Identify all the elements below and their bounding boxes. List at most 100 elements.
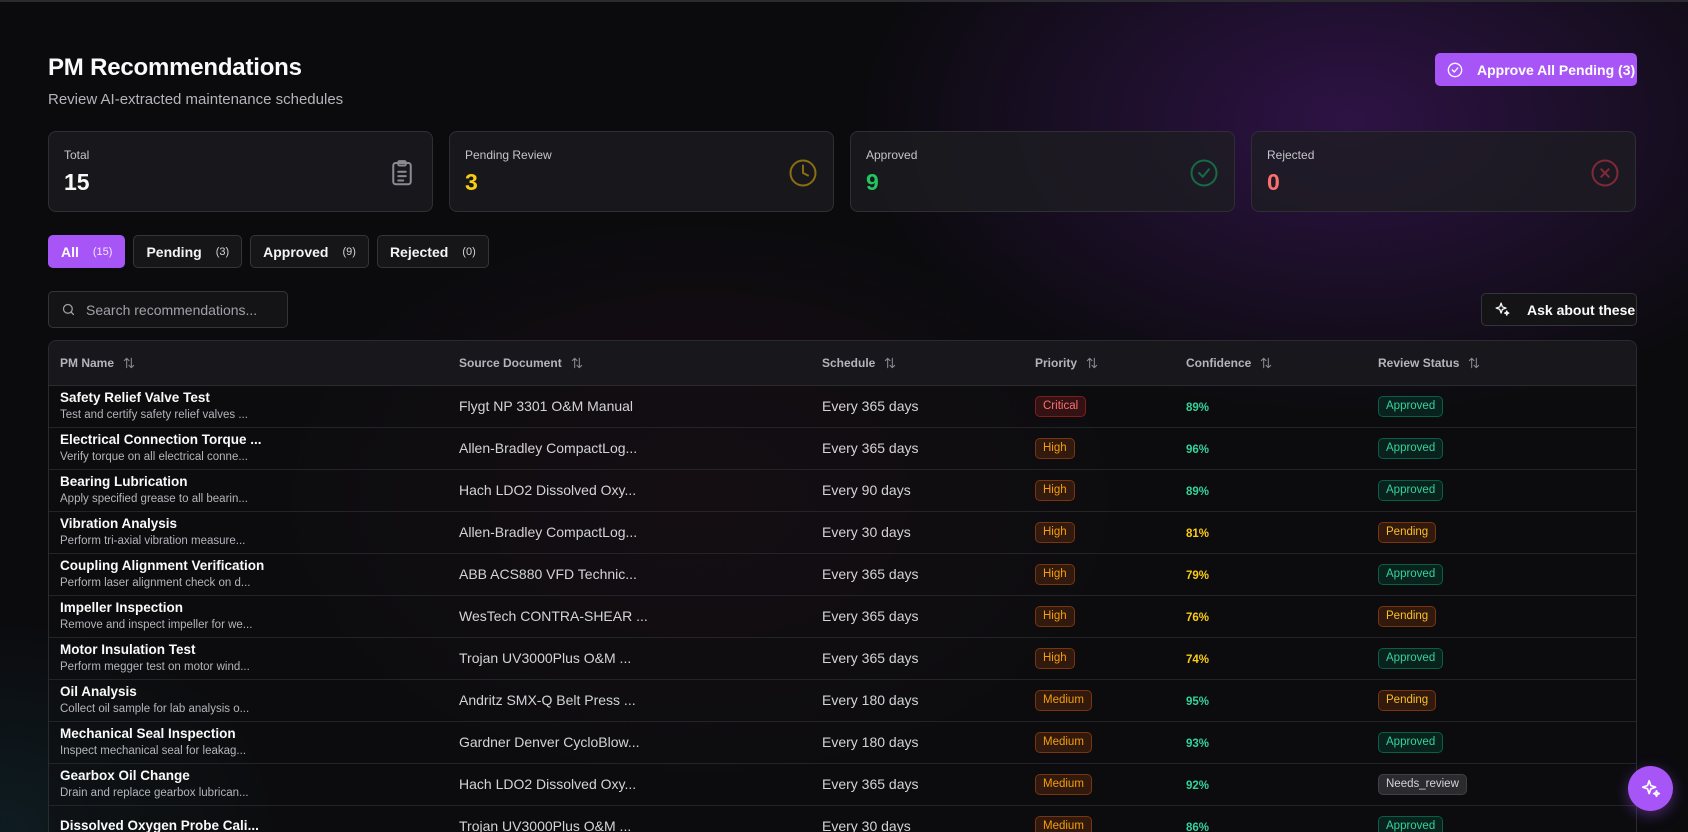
source-document-cell: Hach LDO2 Dissolved Oxy... [459,482,637,498]
check-circle-icon [1190,159,1218,187]
table-row[interactable]: Oil Analysis Collect oil sample for lab a… [49,679,1636,721]
pm-description: Remove and inspect impeller for we... [60,619,253,631]
status-badge: Pending [1378,689,1437,711]
filter-count: (9) [342,245,356,258]
schedule-cell: Every 180 days [822,734,919,750]
confidence-value: 81% [1186,528,1210,540]
pm-description: Perform laser alignment check on d... [60,577,251,589]
table-row[interactable]: Bearing Lubrication Apply specified greas… [49,469,1636,511]
column-header-review-status[interactable]: Review Status [1367,341,1636,386]
priority-badge: High [1035,647,1075,669]
status-badge: Approved [1378,647,1444,669]
filter-tab-pending[interactable]: Pending (3) [133,235,243,268]
table-row[interactable]: Dissolved Oxygen Probe Cali... Trojan UV3… [49,805,1636,832]
priority-cell: High [1024,637,1175,679]
pm-description: Apply specified grease to all bearin... [60,493,248,505]
page-header: PM Recommendations Review AI-extracted m… [48,54,343,108]
ai-assistant-button[interactable] [1628,766,1673,811]
confidence-value: 96% [1186,444,1210,456]
pm-name-cell: Gearbox Oil Change Drain and replace gear… [49,763,448,805]
priority-cell: High [1024,595,1175,637]
sort-icon [1469,357,1480,368]
page-subtitle: Review AI-extracted maintenance schedule… [48,91,344,108]
column-header-confidence[interactable]: Confidence [1175,341,1367,386]
review-status-cell: Approved [1367,427,1636,469]
priority-badge: High [1035,479,1075,501]
priority-cell: High [1024,553,1175,595]
stat-value: 3 [465,169,478,195]
filter-tab-rejected[interactable]: Rejected (0) [376,235,489,268]
confidence-value: 79% [1186,570,1210,582]
column-header-pm-name[interactable]: PM Name [49,341,448,386]
pm-name-cell: Bearing Lubrication Apply specified greas… [49,469,448,511]
confidence-cell: 96% [1175,427,1367,469]
confidence-cell: 92% [1175,763,1367,805]
column-header-source-document[interactable]: Source Document [448,341,811,386]
review-status-cell: Approved [1367,637,1636,679]
confidence-cell: 89% [1175,385,1367,427]
pm-description: Perform tri-axial vibration measure... [60,535,246,547]
sparkles-icon [1641,779,1660,797]
priority-cell: High [1024,511,1175,553]
pm-name: Motor Insulation Test [60,642,196,657]
sort-icon [1261,357,1272,368]
status-badge: Approved [1378,731,1444,753]
source-document-cell: Trojan UV3000Plus O&M ... [459,818,632,832]
pm-name: Safety Relief Valve Test [60,390,210,405]
pm-description: Perform megger test on motor wind... [60,661,250,673]
ask-about-these-label: Ask about these [1527,301,1636,318]
table-row[interactable]: Vibration Analysis Perform tri-axial vibr… [49,511,1636,553]
confidence-cell: 79% [1175,553,1367,595]
priority-badge: High [1035,605,1075,627]
approve-all-pending-button[interactable]: Approve All Pending (3) [1435,53,1637,86]
source-document-cell: Hach LDO2 Dissolved Oxy... [459,776,637,792]
source-document-cell: Flygt NP 3301 O&M Manual [459,398,634,414]
table-row[interactable]: Gearbox Oil Change Drain and replace gear… [49,763,1636,805]
table-row[interactable]: Motor Insulation Test Perform megger test… [49,637,1636,679]
table-row[interactable]: Safety Relief Valve Test Test and certify… [49,385,1636,427]
schedule-cell: Every 30 days [822,818,911,832]
column-header-priority[interactable]: Priority [1024,341,1175,386]
confidence-cell: 89% [1175,469,1367,511]
pm-name-cell: Coupling Alignment Verification Perform l… [49,553,448,595]
column-header-schedule[interactable]: Schedule [811,341,1024,386]
schedule-cell: Every 365 days [822,566,919,582]
priority-badge: Medium [1035,773,1092,795]
table-row[interactable]: Mechanical Seal Inspection Inspect mechan… [49,721,1636,763]
approve-all-pending-label: Approve All Pending (3) [1477,61,1636,78]
pm-name: Gearbox Oil Change [60,768,190,783]
ask-about-these-button[interactable]: Ask about these [1481,293,1637,326]
source-document-cell: Trojan UV3000Plus O&M ... [459,650,632,666]
status-badge: Needs_review [1378,773,1467,795]
sort-icon [885,357,896,368]
filter-label: All [61,243,79,260]
table-row[interactable]: Coupling Alignment Verification Perform l… [49,553,1636,595]
stat-card-total: Total 15 [48,131,433,212]
recommendations-table: PM Name Source Document Schedule Priorit… [48,340,1637,832]
confidence-cell: 74% [1175,637,1367,679]
table-row[interactable]: Impeller Inspection Remove and inspect im… [49,595,1636,637]
page-title: PM Recommendations [48,54,302,81]
table-row[interactable]: Electrical Connection Torque ... Verify t… [49,427,1636,469]
search-input[interactable] [86,301,276,318]
status-badge: Pending [1378,605,1437,627]
pm-name: Mechanical Seal Inspection [60,726,236,741]
pm-name: Vibration Analysis [60,516,178,531]
priority-badge: Medium [1035,689,1092,711]
confidence-cell: 93% [1175,721,1367,763]
review-status-cell: Pending [1367,595,1636,637]
source-document-cell: WesTech CONTRA-SHEAR ... [459,608,648,624]
filter-tab-approved[interactable]: Approved (9) [250,235,369,268]
stat-value: 9 [866,169,879,195]
status-badge: Approved [1378,479,1444,501]
confidence-value: 89% [1186,486,1210,498]
pm-name: Bearing Lubrication [60,474,188,489]
filter-count: (15) [92,245,113,258]
pm-name: Oil Analysis [60,684,137,699]
confidence-value: 92% [1186,780,1210,792]
status-badge: Approved [1378,563,1444,585]
filter-tab-all[interactable]: All (15) [48,235,126,268]
priority-badge: High [1035,521,1075,543]
filter-count: (3) [215,245,230,258]
review-status-cell: Pending [1367,511,1636,553]
